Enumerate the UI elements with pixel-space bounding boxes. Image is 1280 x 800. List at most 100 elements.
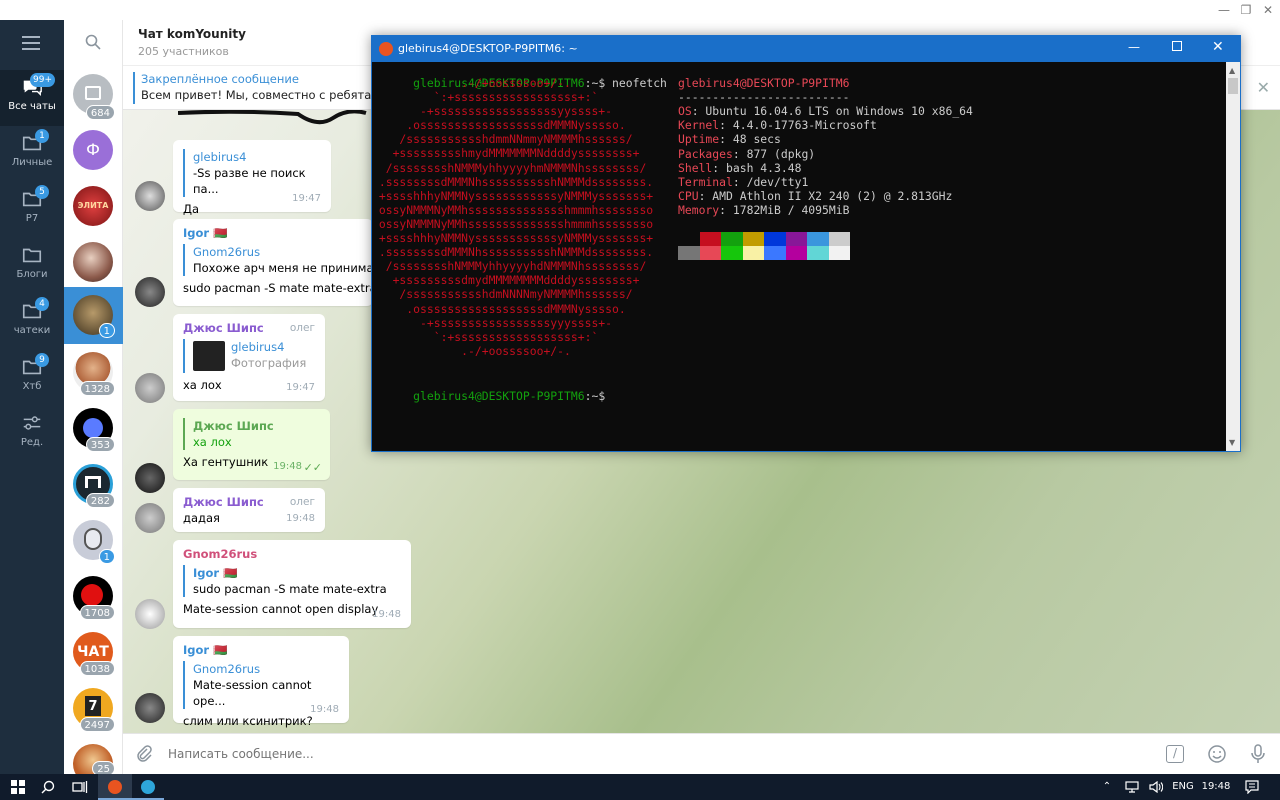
chat-item[interactable] [64,236,123,292]
terminal-title: glebirus4@DESKTOP-P9PITM6: ~ [398,42,578,55]
folder-p7[interactable]: 5 P7 [0,182,64,238]
message-input[interactable] [168,744,1068,764]
ascii-line: `:+ssssssssssssssssss+:` [372,329,599,344]
reply-quote[interactable]: Gnom26rus Похоже арч меня не принимает [183,244,387,276]
terminal-titlebar[interactable]: glebirus4@DESKTOP-P9PITM6: ~ — ✕ [372,36,1240,62]
own-message-bubble[interactable]: Джюс Шипс ха лох Ха гентушник 19:48 ✓✓ [173,409,330,480]
folder-label: Личные [11,157,53,168]
ascii-line: /ssssssssssshdmmNNmmyNMMMMhssssss/ [372,132,633,147]
microphone-icon[interactable] [1249,743,1267,765]
folder-blogs[interactable]: Блоги [0,238,64,294]
user-avatar[interactable] [135,503,165,533]
reply-text: sudo pacman -S mate mate-extra [193,582,387,596]
terminal-minimize-icon[interactable]: — [1128,40,1140,54]
pinned-text: Всем привет! Мы, совместно с ребятами из [141,88,405,102]
taskbar-telegram-app[interactable] [132,774,164,800]
message-bubble[interactable]: Igor 🇧🇾 Gnom26rus Mate-session cannot op… [173,636,349,728]
terminal-output[interactable]: glebirus4@DESKTOP-P9PITM6:~$ neofetch .-… [372,62,1226,451]
command-slash-icon[interactable]: / [1166,745,1184,763]
message-time: 19:48 [286,513,315,524]
reply-author: Gnom26rus [193,245,261,259]
folder-label: Хтб [22,381,42,392]
user-avatar[interactable] [135,373,165,403]
reply-author: glebirus4 [193,150,247,164]
user-avatar[interactable] [135,181,165,211]
user-avatar[interactable] [135,599,165,629]
reply-quote[interactable]: glebirus4 -Ss разве не поиск па... [183,149,321,197]
action-center-icon[interactable] [1238,774,1266,800]
chat-item[interactable]: ЧАТ 1038 [64,626,123,682]
message-bubble[interactable]: Джюс Шипс олег glebirus4 Фотография ха л… [173,314,325,401]
restore-icon[interactable]: ❐ [1236,2,1256,18]
folder-chateki[interactable]: 4 чатеки [0,294,64,350]
task-view-icon[interactable] [64,774,96,800]
info-uptime: Uptime: 48 secs [678,132,781,146]
search-icon[interactable] [32,774,64,800]
reply-thumbnail [193,341,225,371]
message-time: 19:48 [273,461,302,472]
message-text: Mate-session cannot open display [183,602,379,616]
folder-all-chats[interactable]: 99+ Все чаты [0,70,64,126]
unread-count: 2497 [79,717,115,732]
reply-author: Igor 🇧🇾 [193,566,238,580]
message-bubble[interactable]: Джюс Шипс олег дадая 19:48 [173,488,325,532]
ascii-line: .ossssssssssssssssssdMMMNysssso. [372,118,626,133]
windows-start-icon[interactable] [2,774,34,800]
info-cpu: CPU: AMD Athlon II X2 240 (2) @ 2.813GHz [678,189,953,203]
info-kernel: Kernel: 4.4.0-17763-Microsoft [678,118,877,132]
chat-item[interactable]: 282 [64,458,123,514]
chat-item[interactable]: 25 [64,738,123,774]
chat-item[interactable]: 353 [64,402,123,458]
user-avatar[interactable] [135,463,165,493]
chat-item-active[interactable]: 1 [64,287,123,344]
chat-item[interactable]: 1328 [64,346,123,402]
palette-swatch [828,246,850,260]
reply-quote[interactable]: glebirus4 Фотография [183,339,315,373]
unread-count: 684 [85,105,115,120]
user-avatar[interactable] [135,277,165,307]
palette-swatch [699,232,721,246]
chat-item[interactable]: 7 2497 [64,682,123,738]
folder-edit[interactable]: Ред. [0,406,64,462]
message-bubble[interactable]: Gnom26rus Igor 🇧🇾 sudo pacman -S mate ma… [173,540,411,628]
menu-icon[interactable] [22,36,40,50]
close-pinned-icon[interactable]: ✕ [1257,78,1270,97]
ubuntu-icon [108,780,122,794]
chevron-up-icon[interactable]: ⌃ [1094,774,1120,800]
terminal-scrollbar[interactable]: ▲ ▼ [1226,62,1240,451]
taskbar-clock[interactable]: 19:48 [1198,774,1234,800]
chat-item[interactable]: 684 [64,68,123,124]
minimize-icon[interactable]: — [1214,2,1234,18]
chat-item[interactable]: 1708 [64,570,123,626]
ascii-line: /sssssssshNMMMyhhyyyyhmNMMMNhssssssss/ [372,160,647,175]
folder-htb[interactable]: 9 Хтб [0,350,64,406]
network-icon[interactable] [1120,774,1144,800]
avatar: ЭЛИТА [73,186,113,226]
unread-count: 1 [98,323,115,338]
chat-item[interactable]: 1 [64,514,123,570]
terminal-window[interactable]: glebirus4@DESKTOP-P9PITM6: ~ — ✕ glebiru… [371,35,1241,452]
terminal-close-icon[interactable]: ✕ [1212,39,1224,55]
volume-icon[interactable] [1144,774,1168,800]
chat-item[interactable]: Ф [64,124,123,180]
language-indicator[interactable]: ENG [1168,774,1198,800]
palette-swatch [742,246,764,260]
reply-quote[interactable]: Igor 🇧🇾 sudo pacman -S mate mate-extra [183,565,401,597]
search-icon[interactable] [85,34,101,50]
ascii-line: `:+ssssssssssssssssss+:` [372,90,599,105]
emoji-icon[interactable] [1207,744,1227,764]
terminal-maximize-icon[interactable] [1172,41,1182,51]
close-icon[interactable]: ✕ [1258,2,1278,18]
user-avatar[interactable] [135,693,165,723]
palette-swatch [699,246,721,260]
paperclip-icon[interactable] [135,745,153,763]
folder-personal[interactable]: 1 Личные [0,126,64,182]
palette-swatch [678,232,700,246]
message-bubble[interactable]: Igor 🇧🇾 Gnom26rus Похоже арч меня не при… [173,219,387,306]
folder-label: Ред. [20,437,44,448]
avatar: Ф [73,130,113,170]
chat-item[interactable]: ЭЛИТА [64,180,123,236]
taskbar-ubuntu-app[interactable] [98,774,132,800]
message-bubble[interactable]: glebirus4 -Ss разве не поиск па... Да 19… [173,140,331,216]
reply-quote[interactable]: Джюс Шипс ха лох [183,418,320,450]
